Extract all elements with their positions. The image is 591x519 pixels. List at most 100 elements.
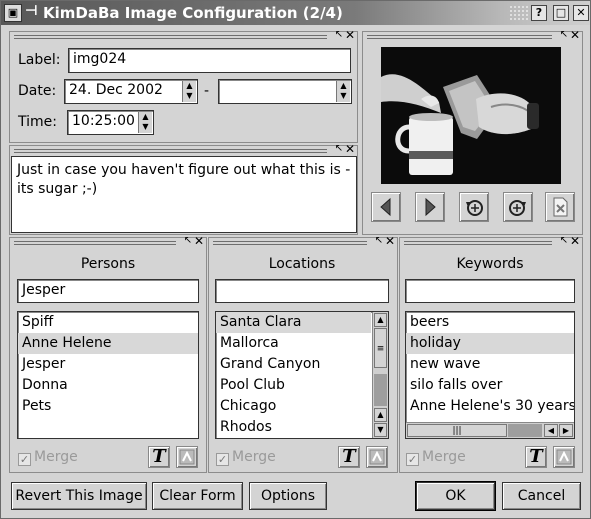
dock-close-icon[interactable]: ✕ (570, 28, 580, 42)
persons-merge-checkbox[interactable]: ✓ Merge (18, 449, 78, 466)
undock-icon[interactable]: ↖ (335, 143, 343, 154)
dock-grip[interactable] (14, 241, 176, 245)
locations-list-item[interactable]: Santa Clara (216, 312, 371, 333)
label-input[interactable]: img024 (68, 48, 351, 73)
window-title: KimDaBa Image Configuration (2/4) (43, 4, 343, 22)
locations-list-item[interactable]: Grand Canyon (216, 354, 371, 375)
scroll-left-arrow[interactable]: ◀ (544, 424, 558, 437)
time-value: 10:25:00 (72, 113, 135, 129)
dock-header[interactable]: ↖ ✕ (363, 28, 582, 42)
keywords-list-item[interactable]: Anne Helene's 30 years (406, 396, 574, 417)
dock-grip[interactable] (367, 35, 552, 39)
close-button[interactable]: ✕ (573, 5, 589, 21)
check-icon: ✓ (406, 453, 419, 466)
time-spinner[interactable]: ▲ ▼ (138, 112, 152, 133)
undock-icon[interactable]: ↖ (375, 235, 383, 246)
persons-list-item[interactable]: Jesper (18, 354, 198, 375)
scroll-down-arrow-2[interactable]: ▼ (374, 423, 387, 437)
undock-icon[interactable]: ↖ (184, 235, 192, 246)
keywords-horizontal-scrollbar[interactable]: ||| ◀ ▶ (406, 422, 574, 438)
dock-close-icon[interactable]: ✕ (345, 28, 355, 42)
description-textarea[interactable]: Just in case you haven't figure out what… (11, 156, 357, 233)
keywords-sort-button[interactable] (553, 446, 575, 468)
persons-list-item[interactable]: Pets (18, 396, 198, 417)
text-format-icon: T (152, 446, 166, 467)
scroll-thumb[interactable]: ≡ (374, 328, 387, 368)
scroll-down-arrow[interactable]: ▲ (374, 408, 387, 422)
title-decoration (509, 5, 529, 21)
clear-form-button[interactable]: Clear Form (152, 482, 243, 510)
options-button[interactable]: Options (249, 482, 327, 510)
app-icon[interactable]: ▣ (4, 4, 22, 22)
dock-grip[interactable] (404, 241, 552, 245)
scroll-thumb[interactable]: ||| (407, 424, 507, 437)
dock-close-icon[interactable]: ✕ (194, 234, 204, 248)
dock-close-icon[interactable]: ✕ (385, 234, 395, 248)
persons-search-input[interactable]: Jesper (17, 279, 199, 303)
rotate-left-button[interactable] (459, 192, 489, 222)
persons-list[interactable]: Spiff Anne Helene Jesper Donna Pets (17, 311, 199, 439)
locations-merge-checkbox[interactable]: ✓ Merge (216, 449, 276, 466)
ok-button[interactable]: OK (415, 481, 496, 511)
help-button[interactable]: ? (531, 5, 547, 21)
undock-icon[interactable]: ↖ (335, 29, 343, 40)
cancel-button[interactable]: Cancel (502, 482, 581, 510)
keywords-list-item[interactable]: silo falls over (406, 375, 574, 396)
scroll-up-arrow[interactable]: ▲ (374, 313, 387, 327)
keywords-list-item[interactable]: holiday (406, 333, 574, 354)
dock-header[interactable]: ↖ ✕ (10, 28, 357, 42)
keywords-merge-checkbox[interactable]: ✓ Merge (406, 449, 466, 466)
persons-sort-button[interactable] (176, 446, 198, 468)
persons-list-item[interactable]: Anne Helene (18, 333, 198, 354)
time-input[interactable]: 10:25:00 ▲ ▼ (67, 110, 154, 135)
persons-text-button[interactable]: T (148, 446, 170, 468)
dock-header[interactable]: ↖ ✕ (209, 234, 397, 248)
locations-vertical-scrollbar[interactable]: ▲ ≡ ▲ ▼ (372, 312, 388, 438)
pin-icon[interactable]: ⊣ (25, 3, 38, 19)
date-start-spinner[interactable]: ▲ ▼ (182, 81, 196, 102)
dock-header[interactable]: ↖ ✕ (10, 234, 206, 248)
locations-search-input[interactable] (215, 279, 389, 303)
dock-grip[interactable] (14, 149, 327, 153)
dock-grip[interactable] (213, 241, 367, 245)
next-button[interactable] (415, 192, 445, 222)
locations-list[interactable]: Santa Clara Mallorca Grand Canyon Pool Club… (215, 311, 389, 439)
locations-list-item[interactable]: Rhodos (216, 417, 371, 438)
image-preview[interactable] (381, 47, 561, 184)
persons-list-item[interactable]: Donna (18, 375, 198, 396)
persons-list-item[interactable]: Spiff (18, 312, 198, 333)
locations-sort-button[interactable] (366, 446, 388, 468)
check-icon: ✓ (18, 453, 31, 466)
undock-icon[interactable]: ↖ (560, 29, 568, 40)
revert-image-button[interactable]: Revert This Image (11, 482, 147, 510)
undock-icon[interactable]: ↖ (560, 235, 568, 246)
date-end-spinner[interactable]: ▲ ▼ (336, 81, 350, 102)
keywords-list-item[interactable]: beers (406, 312, 574, 333)
locations-merge-label: Merge (232, 449, 276, 465)
dock-header[interactable]: ↖ ✕ (400, 234, 582, 248)
locations-text-button[interactable]: T (338, 446, 360, 468)
previous-button[interactable] (371, 192, 401, 222)
maximize-button[interactable]: □ (553, 5, 569, 21)
delete-button[interactable] (545, 192, 575, 222)
scroll-track[interactable] (374, 374, 387, 406)
scroll-right-arrow[interactable]: ▶ (559, 424, 573, 437)
dock-close-icon[interactable]: ✕ (345, 142, 355, 156)
next-icon (425, 197, 436, 217)
locations-list-item[interactable]: Mallorca (216, 333, 371, 354)
dock-close-icon[interactable]: ✕ (570, 234, 580, 248)
date-start-input[interactable]: 24. Dec 2002 ▲ ▼ (64, 79, 198, 104)
rotate-right-button[interactable] (503, 192, 533, 222)
date-end-input[interactable]: ▲ ▼ (218, 79, 352, 104)
dock-header[interactable]: ↖ ✕ (10, 142, 357, 156)
locations-list-item[interactable]: Chicago (216, 396, 371, 417)
title-bar[interactable]: ▣ ⊣ KimDaBa Image Configuration (2/4) ? … (1, 1, 590, 25)
text-format-icon: T (342, 446, 356, 467)
locations-list-item[interactable]: Pool Club (216, 375, 371, 396)
keywords-text-button[interactable]: T (525, 446, 547, 468)
keywords-list[interactable]: beers holiday new wave silo falls over Anne … (405, 311, 575, 439)
keywords-search-input[interactable] (405, 279, 575, 303)
scroll-track[interactable] (508, 424, 542, 437)
keywords-list-item[interactable]: new wave (406, 354, 574, 375)
dock-grip[interactable] (14, 35, 327, 39)
